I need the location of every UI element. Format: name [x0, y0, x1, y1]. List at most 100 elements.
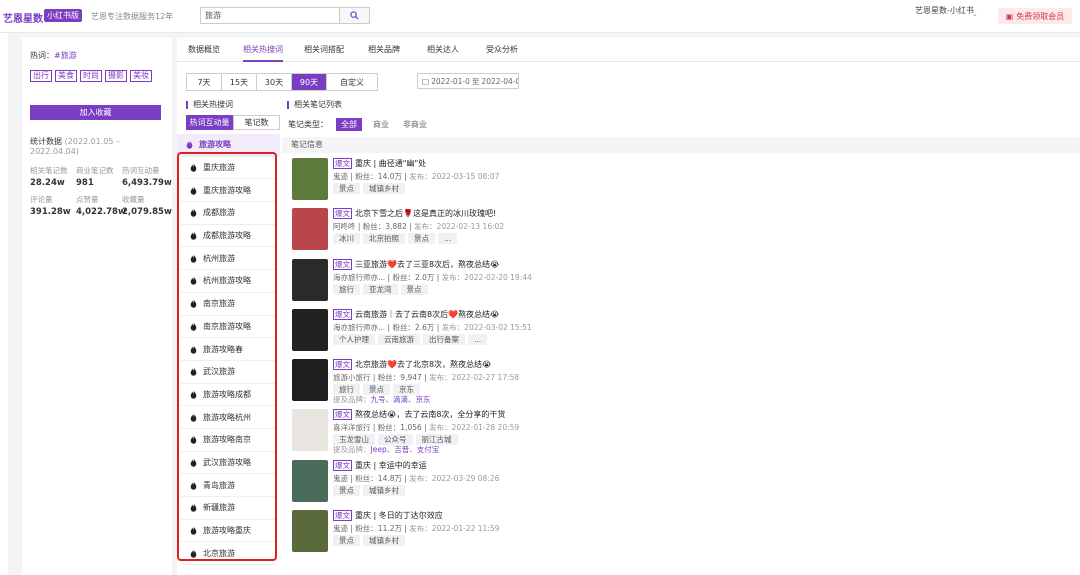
note-tag[interactable]: ...	[468, 333, 488, 345]
keyword-item[interactable]: 成都旅游攻略	[181, 225, 277, 248]
note-row[interactable]: 爆文 重庆 | 幸运中的幸运 鬼迹 | 粉丝：14.8万 | 发布：2022-03-…	[282, 457, 1080, 507]
note-thumbnail[interactable]	[292, 258, 328, 301]
sort-toggle: 热词互动量 笔记数	[186, 115, 280, 130]
note-title[interactable]: 爆文 重庆 | 冬日的丁达尔效应	[333, 510, 443, 522]
note-row[interactable]: 爆文 熬夜总结😭，去了云南8次，全分享的干货 喜洋洋旅行 | 粉丝：1,056 | …	[282, 406, 1080, 456]
category-tag[interactable]: 美食	[55, 70, 77, 82]
keyword-item[interactable]: 旅游攻略南京	[181, 429, 277, 452]
note-title[interactable]: 爆文 北京旅游❤️去了北京8次，熬夜总结😭	[333, 359, 491, 371]
category-tag[interactable]: 出行	[30, 70, 52, 82]
keyword-item[interactable]: 南京旅游	[181, 293, 277, 316]
note-title[interactable]: 爆文 重庆 | 曲径通"幽"处	[333, 158, 426, 169]
keyword-item[interactable]: 旅游攻略成都	[181, 384, 277, 407]
note-author[interactable]: 鬼迹	[333, 524, 348, 533]
tab-audience[interactable]: 受众分析	[486, 44, 518, 55]
keyword-item[interactable]: 杭州旅游攻略	[181, 270, 277, 293]
filter-commercial[interactable]: 商业	[370, 118, 392, 131]
keyword-item[interactable]: 重庆旅游攻略	[181, 179, 277, 203]
note-tag[interactable]: 个人护理	[333, 333, 375, 345]
note-title[interactable]: 爆文 云南旅游｜去了云南8次后❤️熬夜总结😭	[333, 308, 499, 320]
note-tag[interactable]: 旅行	[333, 283, 360, 295]
note-title[interactable]: 爆文 熬夜总结😭，去了云南8次，全分享的干货	[333, 409, 505, 421]
note-tag[interactable]: 出行备案	[423, 333, 465, 345]
note-tag[interactable]: 景点	[333, 484, 360, 496]
note-thumbnail[interactable]	[292, 459, 328, 502]
date-range-input[interactable]: □ 2022-01-0 至 2022-04-0	[417, 73, 519, 89]
search-button[interactable]	[339, 8, 369, 23]
note-author[interactable]: 旅游小旅行	[333, 373, 371, 382]
date-to: 2022-04-0	[481, 76, 519, 86]
note-author[interactable]: 喜洋洋旅行	[333, 423, 371, 432]
chevron-down-icon[interactable]: ⌄	[972, 10, 978, 18]
keyword-item[interactable]: 旅游攻略春	[181, 338, 277, 361]
range-15d[interactable]: 15天	[222, 74, 257, 90]
note-thumbnail[interactable]	[292, 158, 328, 200]
range-30d[interactable]: 30天	[257, 74, 292, 90]
keyword-item[interactable]: 重庆旅游	[181, 157, 277, 180]
keyword-item[interactable]: 新疆旅游	[181, 497, 277, 520]
note-row[interactable]: 爆文 云南旅游｜去了云南8次后❤️熬夜总结😭 海亦旅行师亦... | 粉丝：2.6万…	[282, 306, 1080, 356]
category-tag[interactable]: 摄影	[105, 70, 127, 82]
vip-button[interactable]: ▣ 免费领取会员	[998, 8, 1072, 24]
tab-word-pairs[interactable]: 相关词搭配	[304, 44, 344, 55]
note-row[interactable]: 爆文 北京旅游❤️去了北京8次，熬夜总结😭 旅游小旅行 | 粉丝：9,947 | 发…	[282, 356, 1080, 406]
tab-overview[interactable]: 数据概览	[188, 44, 220, 55]
range-90d[interactable]: 90天	[292, 74, 327, 90]
note-title[interactable]: 爆文 北京下雪之后🌹这是真正的冰川玫瑰吧!	[333, 208, 496, 220]
note-tag[interactable]: 景点	[400, 283, 428, 295]
note-author[interactable]: 鬼迹	[333, 474, 348, 483]
note-row[interactable]: 爆文 重庆 | 曲径通"幽"处 鬼迹 | 粉丝：14.0万 | 发布：2022-03…	[282, 155, 1080, 205]
keyword-item[interactable]: 武汉旅游	[181, 361, 277, 384]
note-row[interactable]: 爆文 三亚旅游❤️去了三亚8次后，熬夜总结😭 海亦旅行师亦... | 粉丝：2.0万…	[282, 256, 1080, 306]
note-author[interactable]: 阿咚咚	[333, 222, 356, 231]
note-tag[interactable]: 城镇乡村	[363, 183, 405, 194]
note-title[interactable]: 爆文 重庆 | 幸运中的幸运	[333, 459, 427, 471]
sort-by-interaction[interactable]: 热词互动量	[186, 115, 233, 130]
range-custom[interactable]: 自定义	[327, 74, 377, 90]
note-tag[interactable]: 云南旅游	[378, 333, 420, 345]
brand-logo[interactable]: 艺恩星数	[3, 10, 43, 25]
note-tag[interactable]: 城镇乡村	[363, 535, 405, 547]
top-bar: 艺恩星数 小红书版 艺恩专注数据服务12年 艺恩星数-小红书 ⌄ ▣免费领取会员	[0, 0, 1080, 33]
note-tag[interactable]: ...	[438, 233, 458, 245]
note-title[interactable]: 爆文 三亚旅游❤️去了三亚8次后，熬夜总结😭	[333, 258, 499, 270]
note-tag[interactable]: 冰川	[333, 233, 360, 245]
sort-by-notes[interactable]: 笔记数	[233, 115, 280, 130]
range-7d[interactable]: 7天	[187, 74, 222, 90]
tab-brands[interactable]: 相关品牌	[368, 44, 400, 55]
note-thumbnail[interactable]	[292, 308, 328, 351]
note-thumbnail[interactable]	[292, 409, 328, 452]
note-thumbnail[interactable]	[292, 208, 328, 251]
note-thumbnail[interactable]	[292, 359, 328, 402]
note-tag[interactable]: 亚龙湾	[363, 283, 398, 295]
tab-related-searches[interactable]: 相关热搜词	[243, 44, 283, 62]
filter-all[interactable]: 全部	[336, 118, 362, 131]
filter-non-commercial[interactable]: 非商业	[400, 118, 430, 131]
keyword-item[interactable]: 旅游攻略杭州	[181, 406, 277, 429]
note-tag[interactable]: 城镇乡村	[363, 484, 405, 496]
note-tag[interactable]: 北京拍照	[363, 233, 405, 245]
search-input[interactable]	[201, 8, 339, 23]
note-author[interactable]: 海亦旅行师亦...	[333, 323, 385, 332]
category-tag[interactable]: 时尚	[80, 70, 102, 82]
keyword-item[interactable]: 旅游攻略重庆	[181, 520, 277, 543]
keyword-item[interactable]: 杭州旅游	[181, 247, 277, 271]
category-tag[interactable]: 美妆	[130, 70, 152, 82]
note-tag[interactable]: 景点	[408, 233, 435, 245]
user-menu[interactable]: 艺恩星数-小红书	[915, 6, 975, 16]
note-row[interactable]: 爆文 重庆 | 冬日的丁达尔效应 鬼迹 | 粉丝：11.2万 | 发布：2022-0…	[282, 507, 1080, 557]
add-favorite-button[interactable]: 加入收藏	[30, 105, 161, 120]
note-row[interactable]: 爆文 北京下雪之后🌹这是真正的冰川玫瑰吧! 阿咚咚 | 粉丝：3,882 | 发布：…	[282, 205, 1080, 255]
note-author[interactable]: 鬼迹	[333, 172, 348, 181]
keyword-item[interactable]: 成都旅游	[181, 202, 277, 225]
keyword-item[interactable]: 青岛旅游	[181, 474, 277, 497]
note-thumbnail[interactable]	[292, 510, 328, 553]
note-author[interactable]: 海亦旅行师亦...	[333, 273, 385, 282]
keyword-item[interactable]: 南京旅游攻略	[181, 316, 277, 339]
note-tag[interactable]: 景点	[333, 535, 360, 547]
keyword-item[interactable]: 武汉旅游攻略	[181, 452, 277, 475]
tab-influencers[interactable]: 相关达人	[427, 44, 459, 55]
note-tag[interactable]: 景点	[333, 183, 360, 194]
keyword-item[interactable]: 旅游攻略	[177, 134, 280, 157]
keyword-item[interactable]: 北京旅游	[181, 542, 277, 566]
